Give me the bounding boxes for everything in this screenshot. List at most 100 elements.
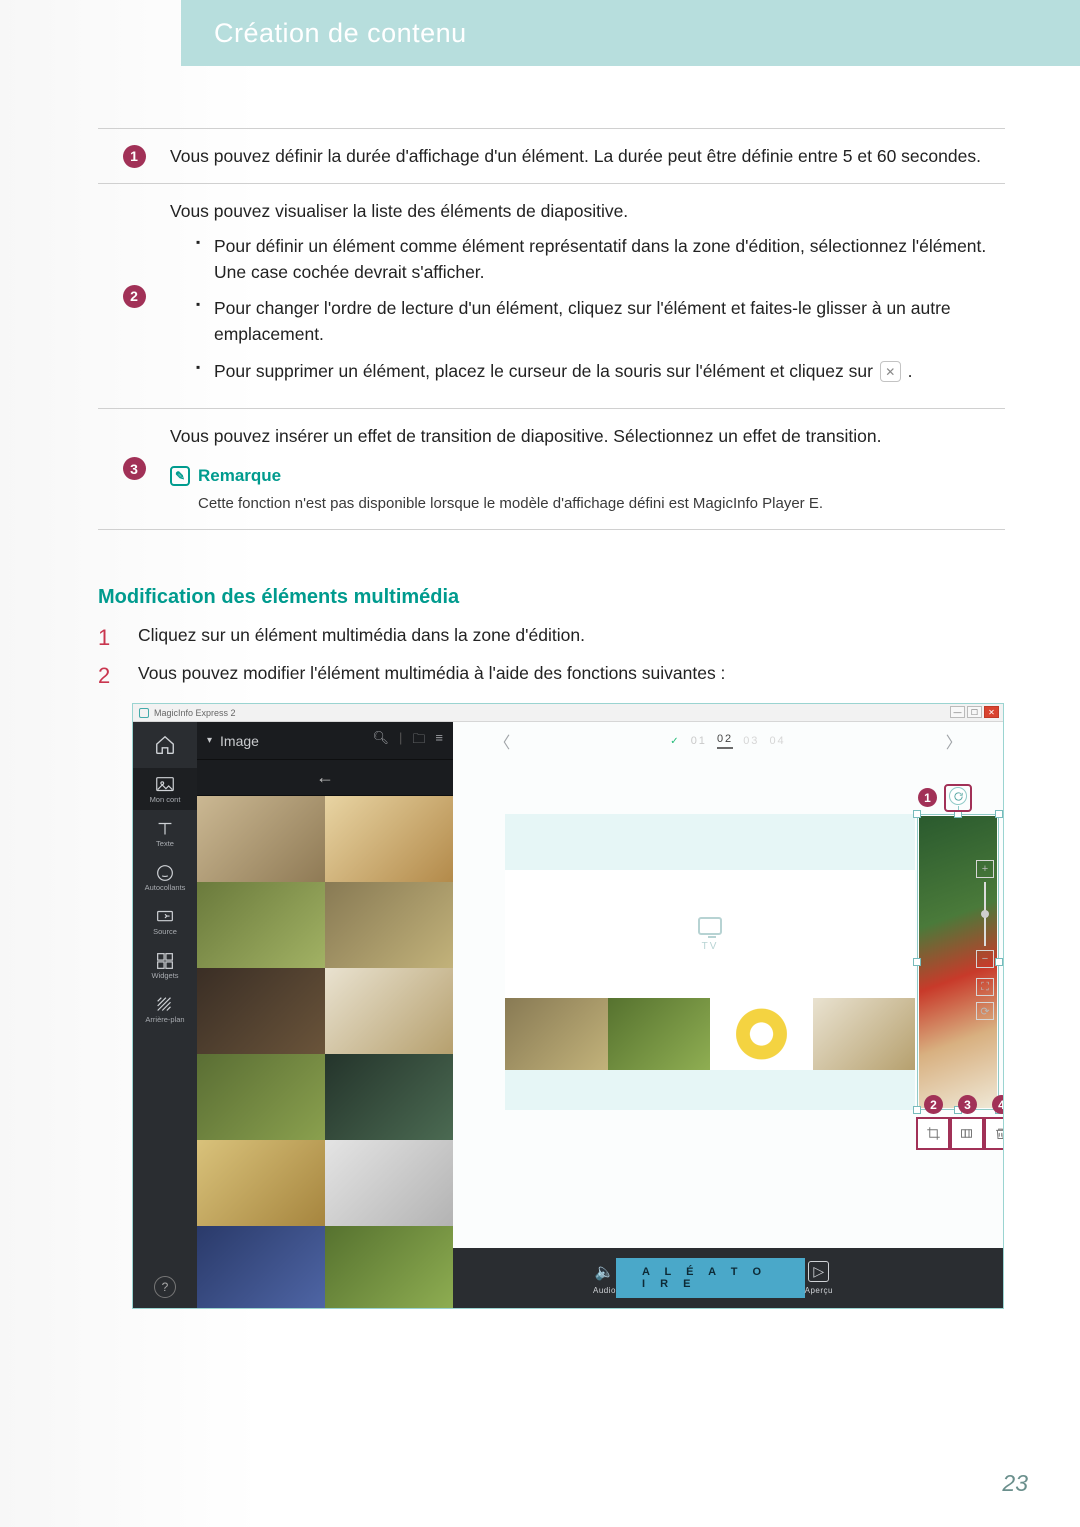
pager-04[interactable]: 04 bbox=[769, 735, 785, 747]
slide-stage[interactable]: TV bbox=[505, 814, 915, 1110]
search-icon[interactable]: 🔍︎ bbox=[372, 730, 389, 752]
preview-button[interactable]: ▷ Aperçu bbox=[805, 1261, 833, 1295]
media-grid bbox=[197, 796, 453, 1308]
filter-button[interactable] bbox=[950, 1118, 984, 1149]
zoom-track[interactable] bbox=[984, 882, 986, 946]
resize-handle[interactable] bbox=[995, 810, 1003, 818]
text-icon bbox=[154, 818, 176, 836]
speaker-icon: 🔈 bbox=[595, 1262, 615, 1282]
panel-title: Image bbox=[220, 733, 372, 749]
zoom-fit-button[interactable]: ⛶ bbox=[976, 978, 994, 996]
close-button[interactable]: ✕ bbox=[984, 706, 999, 718]
sidebar-label-source: Source bbox=[133, 927, 197, 936]
pager-next[interactable]: 〉 bbox=[946, 729, 962, 753]
callout-badge-3: 3 bbox=[123, 457, 146, 480]
media-thumb[interactable] bbox=[197, 796, 325, 882]
slide-pager: 〈 ✓ 01 02 03 04 〉 bbox=[453, 722, 1003, 760]
sidebar-item-moncont[interactable]: Mon cont bbox=[133, 768, 197, 810]
sidebar-label-widgets: Widgets bbox=[133, 971, 197, 980]
remarque-label: Remarque bbox=[198, 463, 281, 489]
sidebar-item-texte[interactable]: Texte bbox=[133, 812, 197, 854]
zoom-thumb[interactable] bbox=[981, 910, 989, 918]
resize-handle[interactable] bbox=[954, 810, 962, 818]
sidebar-item-source[interactable]: Source bbox=[133, 900, 197, 942]
media-thumb[interactable] bbox=[197, 1226, 325, 1308]
callout-body-3: Vous pouvez insérer un effet de transiti… bbox=[170, 423, 1005, 515]
callout-num-cell: 1 bbox=[98, 143, 170, 169]
resize-handle[interactable] bbox=[913, 810, 921, 818]
rotate-handle[interactable] bbox=[949, 787, 967, 805]
row2-item-3: Pour supprimer un élément, placez le cur… bbox=[196, 358, 1005, 384]
step-2-text: Vous pouvez modifier l'élément multimédi… bbox=[138, 663, 725, 689]
media-thumb[interactable] bbox=[325, 796, 453, 882]
callout-num-cell: 3 bbox=[98, 423, 170, 515]
chevron-down-icon[interactable]: ▾ bbox=[207, 735, 212, 746]
media-thumb[interactable] bbox=[325, 1140, 453, 1226]
media-thumb[interactable] bbox=[325, 1226, 453, 1308]
strip-thumb bbox=[813, 998, 916, 1070]
step-1: 1 Cliquez sur un élément multimédia dans… bbox=[98, 625, 1005, 651]
maximize-button[interactable]: ☐ bbox=[967, 706, 982, 718]
strip-thumb bbox=[505, 998, 608, 1070]
background-icon bbox=[154, 994, 176, 1012]
check-icon: ✓ bbox=[670, 736, 680, 747]
folder-icon[interactable]: 🗀 bbox=[412, 730, 425, 752]
resize-handle[interactable] bbox=[913, 958, 921, 966]
delete-button[interactable] bbox=[984, 1118, 1004, 1149]
sidebar-item-widgets[interactable]: Widgets bbox=[133, 944, 197, 986]
zoom-out-button[interactable]: − bbox=[976, 950, 994, 968]
remarque-block: ✎ Remarque bbox=[170, 463, 1005, 489]
callout-body-1: Vous pouvez définir la durée d'affichage… bbox=[170, 143, 1005, 169]
row2-list: Pour définir un élément comme élément re… bbox=[196, 233, 1005, 384]
row2-lead: Vous pouvez visualiser la liste des élém… bbox=[170, 201, 628, 221]
callout-row-2: 2 Vous pouvez visualiser la liste des él… bbox=[98, 184, 1005, 409]
media-thumb[interactable] bbox=[325, 882, 453, 968]
page-number: 23 bbox=[1002, 1470, 1028, 1497]
audio-button[interactable]: 🔈 Audio bbox=[593, 1262, 616, 1295]
panel-tools: 🔍︎ | 🗀 ≡ bbox=[372, 730, 443, 752]
media-thumb[interactable] bbox=[197, 1140, 325, 1226]
zoom-reset-button[interactable]: ⟳ bbox=[976, 1002, 994, 1020]
home-icon[interactable] bbox=[153, 734, 177, 756]
media-thumb[interactable] bbox=[325, 968, 453, 1054]
media-thumb[interactable] bbox=[197, 968, 325, 1054]
resize-handle[interactable] bbox=[995, 1106, 1003, 1114]
strip-thumb bbox=[710, 998, 813, 1070]
step-2-num: 2 bbox=[98, 663, 118, 689]
accent-tab bbox=[181, 0, 200, 66]
callout-badge-1: 1 bbox=[123, 145, 146, 168]
menu-icon[interactable]: ≡ bbox=[435, 730, 443, 752]
media-thumb[interactable] bbox=[197, 882, 325, 968]
row2-item-1: Pour définir un élément comme élément re… bbox=[196, 233, 1005, 286]
step-1-num: 1 bbox=[98, 625, 118, 651]
media-thumb[interactable] bbox=[197, 1054, 325, 1140]
media-strip bbox=[505, 998, 915, 1070]
zoom-control: + − ⛶ ⟳ bbox=[975, 858, 995, 1022]
sidebar-item-autocollants[interactable]: Autocollants bbox=[133, 856, 197, 898]
page-content: 1 Vous pouvez définir la durée d'afficha… bbox=[98, 128, 1005, 1309]
pager-03[interactable]: 03 bbox=[743, 735, 759, 747]
app-figure: MagicInfo Express 2 — ☐ ✕ Mon cont Text bbox=[132, 703, 1004, 1309]
annot-1: 1 bbox=[918, 788, 937, 807]
resize-handle[interactable] bbox=[954, 1106, 962, 1114]
resize-handle[interactable] bbox=[913, 1106, 921, 1114]
pager-numbers: ✓ 01 02 03 04 bbox=[670, 733, 785, 749]
window-titlebar: MagicInfo Express 2 — ☐ ✕ bbox=[133, 704, 1003, 722]
help-button[interactable]: ? bbox=[154, 1276, 176, 1298]
pager-02[interactable]: 02 bbox=[717, 733, 733, 749]
sidebar: Mon cont Texte Autocollants Source Widge… bbox=[133, 722, 197, 1308]
pager-prev[interactable]: 〈 bbox=[494, 729, 510, 753]
element-toolbar bbox=[916, 1118, 1004, 1149]
back-button[interactable]: ← bbox=[197, 760, 453, 796]
row2-item-3b: . bbox=[908, 361, 913, 381]
sidebar-item-arriereplan[interactable]: Arrière-plan bbox=[133, 988, 197, 1030]
pager-01[interactable]: 01 bbox=[691, 735, 707, 747]
chapter-bar: Création de contenu bbox=[200, 0, 1080, 66]
random-button[interactable]: A L É A T O I R E bbox=[616, 1258, 805, 1298]
callout-body-2: Vous pouvez visualiser la liste des élém… bbox=[170, 198, 1005, 394]
zoom-in-button[interactable]: + bbox=[976, 860, 994, 878]
minimize-button[interactable]: — bbox=[950, 706, 965, 718]
resize-handle[interactable] bbox=[995, 958, 1003, 966]
media-thumb[interactable] bbox=[325, 1054, 453, 1140]
crop-button[interactable] bbox=[916, 1118, 950, 1149]
